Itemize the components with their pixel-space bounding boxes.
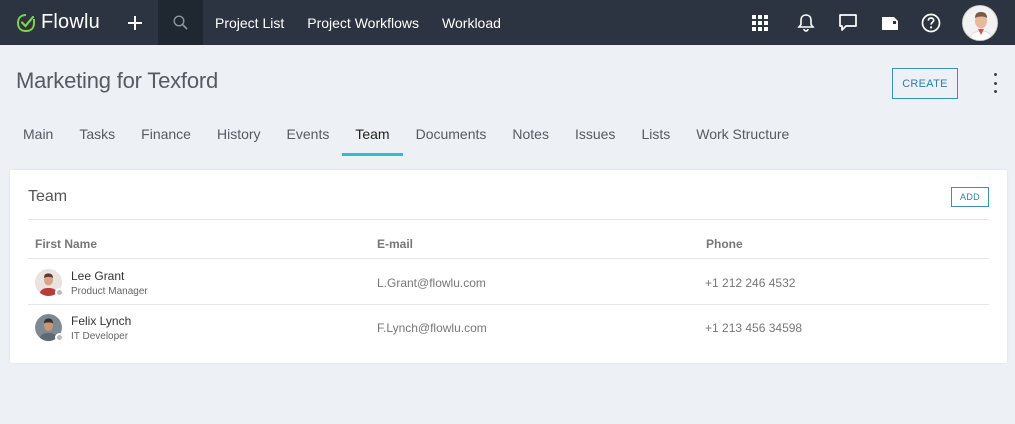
chat-icon: [839, 14, 857, 31]
table-row[interactable]: Lee Grant Product Manager L.Grant@flowlu…: [28, 260, 989, 305]
member-name[interactable]: Felix Lynch: [71, 314, 131, 328]
notifications-button[interactable]: [785, 0, 827, 45]
tab-lists[interactable]: Lists: [628, 118, 683, 156]
tab-tasks[interactable]: Tasks: [66, 118, 128, 156]
quick-add-button[interactable]: [112, 0, 158, 45]
logo-check-icon: [16, 13, 35, 32]
tab-issues[interactable]: Issues: [562, 118, 628, 156]
member-phone: +1 213 456 34598: [705, 321, 803, 335]
tab-finance[interactable]: Finance: [128, 118, 204, 156]
tab-main[interactable]: Main: [10, 118, 66, 156]
nav-project-workflows[interactable]: Project Workflows: [307, 15, 419, 31]
files-button[interactable]: [869, 0, 911, 45]
plus-icon: [128, 15, 142, 30]
apps-button[interactable]: [739, 0, 781, 45]
add-member-button[interactable]: ADD: [951, 187, 989, 207]
tab-notes[interactable]: Notes: [499, 118, 562, 156]
member-role: Product Manager: [71, 286, 148, 297]
column-header-phone[interactable]: Phone: [706, 237, 743, 251]
search-icon: [173, 15, 188, 30]
member-avatar: [35, 269, 64, 297]
user-avatar[interactable]: [962, 4, 998, 41]
page-title: Marketing for Texford: [16, 68, 219, 93]
team-card: Team ADD First Name E-mail Phone Lee Gra…: [10, 170, 1007, 363]
messages-button[interactable]: [827, 0, 869, 45]
app-logo[interactable]: Flowlu: [0, 0, 112, 45]
help-button[interactable]: [911, 0, 951, 45]
column-header-first-name[interactable]: First Name: [35, 237, 97, 251]
search-button[interactable]: [158, 0, 203, 45]
create-button[interactable]: CREATE: [892, 68, 958, 99]
app-name: Flowlu: [41, 11, 100, 33]
nav-workload[interactable]: Workload: [442, 15, 501, 31]
project-tabs: Main Tasks Finance History Events Team D…: [10, 118, 802, 156]
tab-documents[interactable]: Documents: [403, 118, 500, 156]
user-avatar-image: [963, 5, 997, 40]
table-row[interactable]: Felix Lynch IT Developer F.Lynch@flowlu.…: [28, 305, 989, 350]
kebab-menu-icon[interactable]: [989, 73, 1001, 93]
tab-history[interactable]: History: [204, 118, 274, 156]
top-right-actions: [739, 0, 1015, 45]
member-role: IT Developer: [71, 331, 129, 342]
tab-work-structure[interactable]: Work Structure: [683, 118, 802, 156]
tab-events[interactable]: Events: [274, 118, 343, 156]
status-indicator: [55, 288, 64, 297]
folder-icon: [882, 16, 898, 30]
member-phone: +1 212 246 4532: [705, 276, 796, 290]
team-card-title: Team: [28, 188, 68, 205]
member-email[interactable]: F.Lynch@flowlu.com: [377, 321, 487, 335]
nav-project-list[interactable]: Project List: [215, 15, 284, 31]
top-navigation-bar: Flowlu Project List Project Workflows Wo…: [0, 0, 1015, 45]
member-email[interactable]: L.Grant@flowlu.com: [377, 276, 486, 290]
card-divider: [28, 219, 989, 220]
team-table-header: First Name E-mail Phone: [28, 229, 989, 259]
tab-team[interactable]: Team: [342, 118, 403, 156]
status-indicator: [55, 333, 64, 342]
member-avatar: [35, 314, 64, 342]
member-name[interactable]: Lee Grant: [71, 269, 124, 283]
column-header-email[interactable]: E-mail: [377, 237, 413, 251]
apps-grid-icon: [752, 14, 768, 31]
bell-icon: [797, 14, 815, 32]
help-icon: [921, 13, 941, 32]
